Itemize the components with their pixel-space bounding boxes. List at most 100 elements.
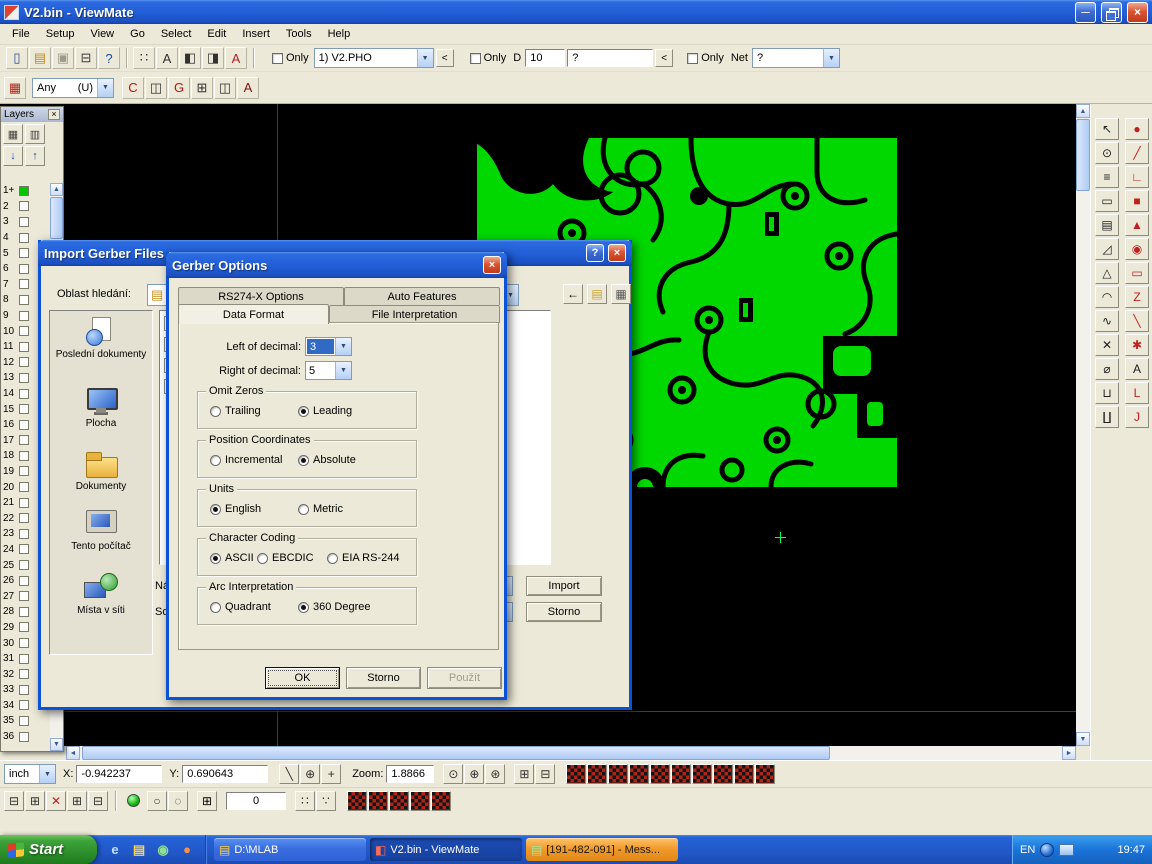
- layer-swatch[interactable]: [19, 186, 29, 196]
- chevron-down-icon[interactable]: ▼: [823, 49, 839, 67]
- layer-swatch[interactable]: [19, 482, 29, 492]
- line-tool-icon[interactable]: ╱: [1125, 142, 1149, 164]
- new-file-icon[interactable]: ▯: [6, 47, 28, 69]
- u-route-tool-icon[interactable]: ∐: [1095, 406, 1119, 428]
- text-icon[interactable]: A: [237, 77, 259, 99]
- dcode-filled-icon[interactable]: ◧: [179, 47, 201, 69]
- vertical-scroll-thumb[interactable]: [1076, 119, 1090, 191]
- pad-pattern-icon[interactable]: [650, 764, 670, 784]
- layer-swatch[interactable]: [19, 233, 29, 243]
- aperture-pattern-icon[interactable]: [410, 791, 430, 811]
- vertical-scrollbar[interactable]: ▲ ▼: [1076, 104, 1090, 746]
- start-button[interactable]: Start: [0, 835, 97, 864]
- messenger-tray-icon[interactable]: [1040, 843, 1054, 857]
- folder-quicklaunch-icon[interactable]: ▤: [129, 840, 149, 860]
- place-documents[interactable]: Dokumenty: [50, 449, 152, 492]
- layer-swatch[interactable]: [19, 404, 29, 414]
- layer-row[interactable]: 2: [1, 199, 50, 215]
- pad-pattern-icon[interactable]: [734, 764, 754, 784]
- display-tray-icon[interactable]: [1059, 844, 1074, 856]
- layer-list-icon[interactable]: ⊟: [88, 791, 108, 811]
- left-decimal-combo[interactable]: 3 ▼: [305, 337, 352, 356]
- order-tool-icon[interactable]: ≡: [1095, 166, 1119, 188]
- layer-swatch[interactable]: [19, 420, 29, 430]
- burst-tool-icon[interactable]: ✱: [1125, 334, 1149, 356]
- close-button[interactable]: ×: [1127, 2, 1148, 23]
- close-icon[interactable]: ×: [48, 109, 60, 120]
- horizontal-scrollbar[interactable]: ◄ ►: [66, 746, 1076, 760]
- open-file-icon[interactable]: ▤: [29, 47, 51, 69]
- scroll-up-icon[interactable]: ▲: [1076, 104, 1090, 118]
- apply-button[interactable]: Použít: [427, 667, 502, 689]
- up-folder-icon[interactable]: ▤: [587, 284, 607, 304]
- layer-copy-icon[interactable]: ⊞: [67, 791, 87, 811]
- help-button[interactable]: ?: [586, 244, 604, 262]
- zoom-field[interactable]: 1.8866: [386, 765, 434, 783]
- x-coordinate-field[interactable]: -0.942237: [76, 765, 162, 783]
- radio-eia-rs244[interactable]: EIA RS-244: [327, 552, 399, 564]
- layers-scroll-thumb[interactable]: [50, 197, 63, 239]
- layer-swatch[interactable]: [19, 654, 29, 664]
- previous-layer-button[interactable]: <: [436, 49, 454, 67]
- j-route-tool-icon[interactable]: J: [1125, 406, 1149, 428]
- menu-item[interactable]: Tools: [278, 25, 320, 43]
- grid-fine-icon[interactable]: ⊟: [535, 764, 555, 784]
- pad-pattern-icon[interactable]: [713, 764, 733, 784]
- radio-incremental[interactable]: Incremental: [210, 454, 282, 466]
- layer-swatch[interactable]: [19, 342, 29, 352]
- grid-value-field[interactable]: 0: [226, 792, 286, 810]
- pad-pattern-icon[interactable]: [629, 764, 649, 784]
- mirror-icon[interactable]: ◫: [214, 77, 236, 99]
- place-recent-documents[interactable]: Poslední dokumenty: [50, 317, 152, 360]
- cancel-button[interactable]: Storno: [526, 602, 602, 622]
- radio-leading[interactable]: Leading: [298, 405, 352, 417]
- layers-panel-titlebar[interactable]: Layers ×: [1, 107, 63, 122]
- place-computer[interactable]: Tento počítač: [50, 509, 152, 552]
- layer-swatch[interactable]: [19, 357, 29, 367]
- layer-swatch[interactable]: [19, 685, 29, 695]
- layer-swatch[interactable]: [19, 591, 29, 601]
- radio-trailing[interactable]: Trailing: [210, 405, 261, 417]
- task-mlab[interactable]: ▤ D:\MLAB: [214, 838, 366, 861]
- pad-pattern-icon[interactable]: [755, 764, 775, 784]
- layer-swatch[interactable]: [19, 669, 29, 679]
- origin-icon[interactable]: ⊕: [300, 764, 320, 784]
- layer-swatch[interactable]: [19, 311, 29, 321]
- pad-tool-icon[interactable]: ▭: [1125, 262, 1149, 284]
- save-icon[interactable]: ▣: [52, 47, 74, 69]
- units-combo[interactable]: inch ▼: [4, 764, 56, 784]
- text-tool-icon[interactable]: A: [1125, 358, 1149, 380]
- show-desktop-icon[interactable]: ◉: [153, 840, 173, 860]
- status-light-icon[interactable]: [127, 794, 140, 807]
- point-tool-icon[interactable]: ●: [1125, 118, 1149, 140]
- layer-swatch[interactable]: [19, 248, 29, 258]
- horizontal-scroll-thumb[interactable]: [82, 746, 830, 760]
- scroll-down-icon[interactable]: ▼: [50, 738, 63, 751]
- layer-swatch[interactable]: [19, 576, 29, 586]
- only-net-checkbox[interactable]: [687, 53, 698, 64]
- chevron-down-icon[interactable]: ▼: [417, 49, 433, 67]
- tab-rs274x-options[interactable]: RS274-X Options: [178, 287, 344, 305]
- pad-pattern-icon[interactable]: [692, 764, 712, 784]
- layer-swatch[interactable]: [19, 295, 29, 305]
- only-dcode-checkbox[interactable]: [470, 53, 481, 64]
- snap-grid-icon[interactable]: ⊞: [197, 791, 217, 811]
- layers-tool-icon[interactable]: ▤: [1095, 214, 1119, 236]
- chevron-down-icon[interactable]: ▼: [39, 765, 55, 783]
- dcode-outline-icon[interactable]: ◨: [202, 47, 224, 69]
- ie-quicklaunch-icon[interactable]: e: [105, 840, 125, 860]
- pad-pattern-icon[interactable]: [587, 764, 607, 784]
- y-coordinate-field[interactable]: 0.690643: [182, 765, 268, 783]
- chevron-down-icon[interactable]: ▼: [335, 338, 351, 355]
- l-route-tool-icon[interactable]: L: [1125, 382, 1149, 404]
- layer-add-icon[interactable]: ⊞: [25, 791, 45, 811]
- scroll-right-icon[interactable]: ►: [1062, 746, 1076, 760]
- layer-swatch[interactable]: [19, 466, 29, 476]
- zoom-fit-icon[interactable]: ⊛: [485, 764, 505, 784]
- chevron-down-icon[interactable]: ▼: [97, 79, 113, 97]
- menu-item[interactable]: Go: [122, 25, 153, 43]
- layer-up-icon[interactable]: ↑: [25, 146, 45, 166]
- layer-grid-icon[interactable]: ▦: [3, 124, 23, 144]
- layer-swatch[interactable]: [19, 716, 29, 726]
- aperture-pattern-icon[interactable]: [431, 791, 451, 811]
